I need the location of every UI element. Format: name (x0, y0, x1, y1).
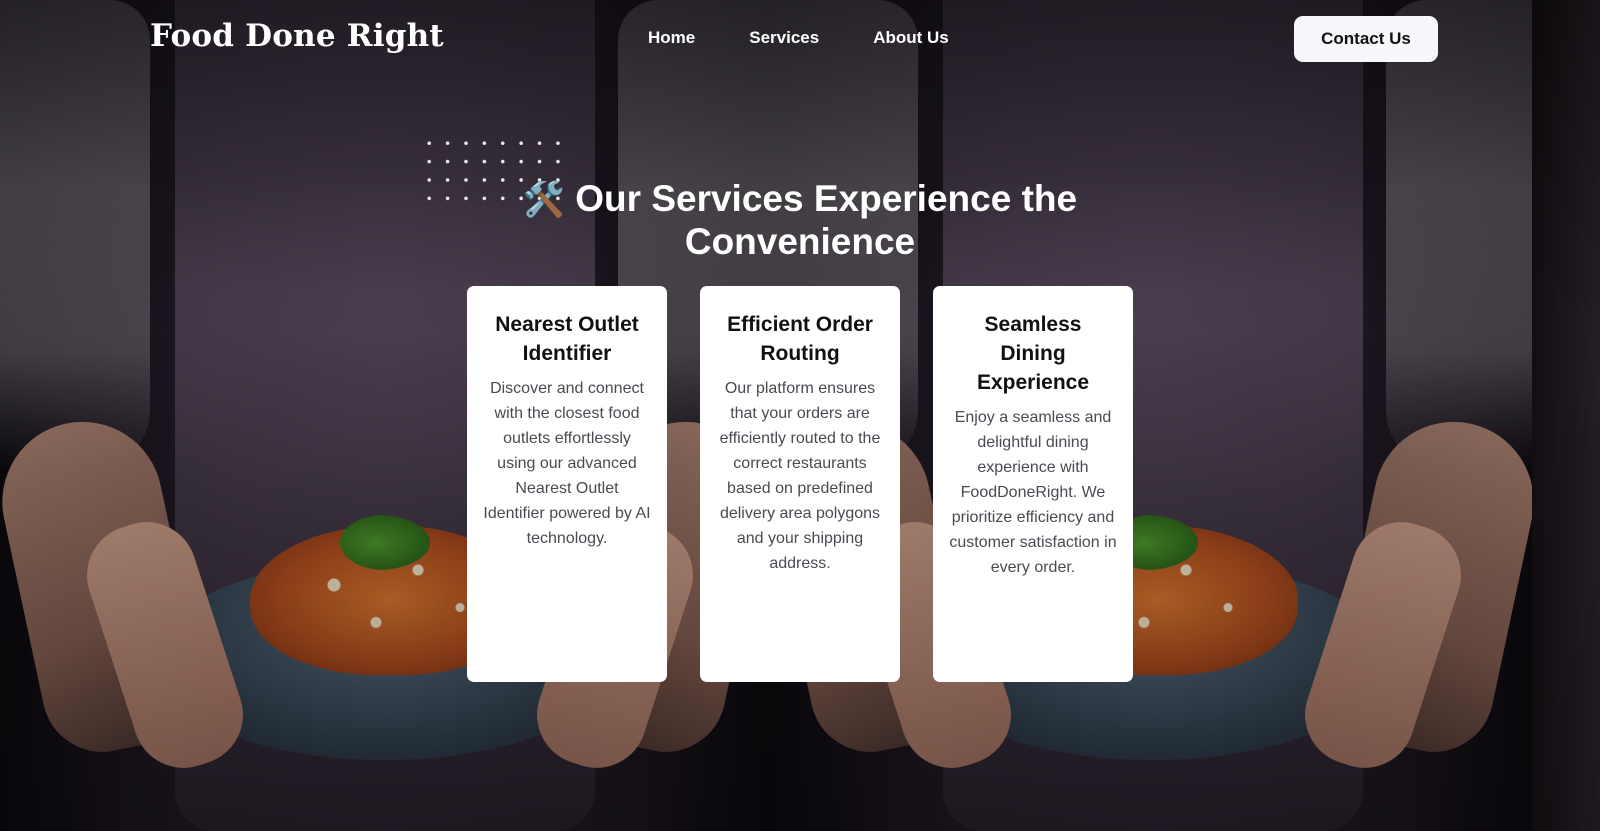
service-cards: Nearest Outlet Identifier Discover and c… (467, 286, 1133, 682)
card-title: Nearest Outlet Identifier (495, 313, 639, 365)
site-logo[interactable]: Food Done Right (150, 18, 444, 54)
main-nav: Home Services About Us (648, 28, 1003, 48)
nav-services-link[interactable]: Services (749, 28, 819, 48)
card-description: Enjoy a seamless and delightful dining e… (949, 409, 1117, 576)
contact-us-button[interactable]: Contact Us (1294, 16, 1438, 62)
hammer-wrench-icon: 🛠️ (522, 181, 566, 219)
site-header: Food Done Right Home Services About Us C… (0, 0, 1600, 80)
nav-about-us-link[interactable]: About Us (873, 28, 949, 48)
service-card-dining-experience: Seamless Dining Experience Enjoy a seaml… (933, 286, 1133, 682)
card-description: Our platform ensures that your orders ar… (719, 380, 881, 572)
services-heading: 🛠️ Our Services Experience the Convenienc… (520, 178, 1080, 263)
card-description: Discover and connect with the closest fo… (483, 380, 651, 547)
service-card-nearest-outlet: Nearest Outlet Identifier Discover and c… (467, 286, 667, 682)
card-title: Seamless Dining Experience (976, 313, 1090, 394)
card-title: Efficient Order Routing (727, 313, 873, 365)
services-heading-text: Our Services Experience the Convenience (575, 178, 1078, 262)
service-card-order-routing: Efficient Order Routing Our platform ens… (700, 286, 900, 682)
nav-home-link[interactable]: Home (648, 28, 695, 48)
